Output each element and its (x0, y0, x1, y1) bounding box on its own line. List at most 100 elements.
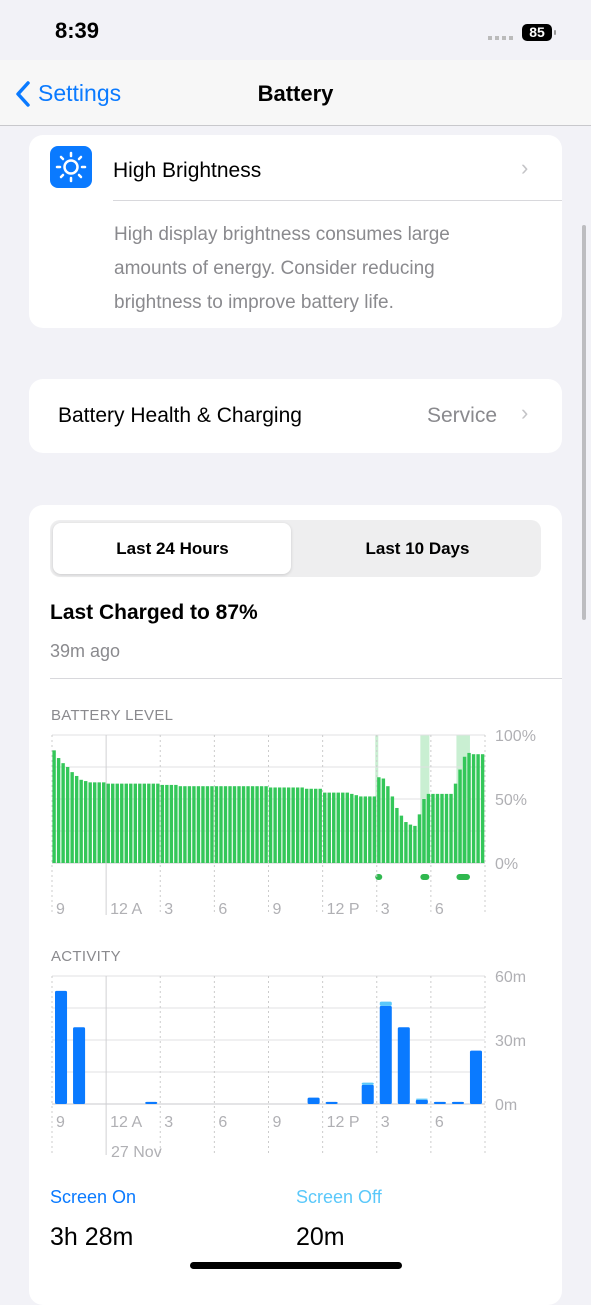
x-tick-label: 12 A (110, 901, 142, 918)
battery-bar (246, 786, 250, 863)
battery-health-row[interactable]: Battery Health & Charging Service › (29, 379, 562, 453)
battery-bar (323, 792, 327, 863)
y-tick-label: 0% (495, 856, 518, 873)
battery-bar (413, 825, 417, 863)
battery-bar (156, 783, 160, 863)
battery-bar (404, 822, 408, 863)
battery-level-chart: 9 12 A 3 6 9 12 P 3 6 100% 50% 0% (51, 728, 536, 918)
x-tick-label: 6 (218, 1114, 227, 1131)
battery-bar (133, 783, 137, 863)
battery-bar (61, 763, 65, 863)
battery-bar (318, 788, 322, 863)
battery-bar (345, 792, 349, 863)
x-tick-label: 3 (381, 1114, 390, 1131)
battery-bar (399, 815, 404, 863)
battery-bar (160, 784, 165, 863)
signal-icon (488, 36, 516, 40)
battery-bar (314, 788, 318, 863)
battery-bar (268, 787, 273, 863)
insight-title: High Brightness (113, 159, 262, 182)
screen-on-bar (73, 1027, 86, 1104)
battery-bar (237, 786, 241, 863)
battery-bar (264, 786, 268, 863)
battery-bar (286, 787, 291, 863)
battery-bar (417, 814, 422, 863)
battery-bar (56, 758, 61, 863)
y-tick-label: 0m (495, 1097, 517, 1114)
battery-bar (440, 793, 444, 863)
screen-off-value: 20m (296, 1223, 345, 1251)
high-brightness-card[interactable]: High Brightness › High display brightnes… (29, 135, 562, 328)
battery-bar (232, 786, 237, 863)
screen-on-bar (451, 1101, 464, 1104)
back-button[interactable]: Settings (16, 80, 121, 107)
battery-bar (386, 786, 390, 863)
battery-bar (169, 784, 174, 863)
chevron-right-icon: › (521, 155, 529, 180)
battery-bar (74, 775, 79, 863)
x-tick-label: 9 (273, 901, 282, 918)
battery-bar (453, 783, 458, 863)
screen-on-bar (145, 1101, 158, 1104)
screen-on-bar (433, 1101, 446, 1104)
battery-bar (458, 769, 462, 863)
battery-bar (395, 807, 399, 863)
time-range-control: Last 24 Hours Last 10 Days (50, 520, 541, 577)
divider (50, 678, 562, 679)
battery-bar (219, 786, 223, 863)
battery-bar (480, 754, 485, 863)
battery-bar (111, 783, 115, 863)
battery-bar (142, 783, 147, 863)
scrollbar[interactable] (582, 225, 586, 620)
y-tick-label: 60m (495, 969, 526, 986)
battery-bar (124, 783, 128, 863)
description-line: High display brightness consumes large (114, 224, 450, 245)
x-tick-label: 3 (381, 901, 390, 918)
battery-bar (165, 784, 169, 863)
battery-bar (363, 796, 368, 863)
battery-bar (422, 799, 426, 863)
charging-indicator (456, 874, 470, 880)
battery-bar (79, 779, 83, 863)
screen-off-bar (415, 1098, 428, 1100)
screen-off-label: Screen Off (296, 1187, 382, 1207)
battery-bar (228, 786, 232, 863)
screen-on-bar (307, 1097, 320, 1104)
battery-bar (332, 792, 336, 863)
battery-bar (201, 786, 205, 863)
battery-bar (187, 786, 192, 863)
battery-bar (449, 793, 453, 863)
insight-description: High display brightness consumes large a… (114, 218, 450, 320)
battery-bar (476, 754, 480, 863)
battery-bar (426, 793, 431, 863)
battery-bar (214, 786, 219, 863)
chevron-left-icon (16, 80, 30, 107)
battery-bar (309, 788, 313, 863)
battery-bar (408, 824, 413, 863)
x-tick-label: 9 (273, 1114, 282, 1131)
screen-off-bar (361, 1082, 374, 1085)
battery-bar (372, 796, 377, 863)
x-tick-label: 6 (435, 901, 444, 918)
y-tick-label: 50% (495, 792, 527, 809)
status-time: 8:39 (55, 18, 100, 43)
sun-brightness-icon (50, 146, 92, 188)
battery-bar (471, 754, 476, 863)
tab-last-10-days[interactable]: Last 10 Days (295, 520, 540, 577)
x-tick-label: 6 (218, 901, 227, 918)
screen-on-bar (55, 990, 68, 1104)
nav-bar: Battery Settings (0, 60, 591, 126)
screen-on-bar (469, 1050, 482, 1104)
home-indicator[interactable] (190, 1262, 402, 1269)
x-tick-label: 9 (56, 901, 65, 918)
tab-last-24-hours[interactable]: Last 24 Hours (50, 520, 295, 577)
battery-bar (183, 786, 187, 863)
battery-bar (88, 782, 92, 863)
date-label: 27 Nov (111, 1144, 162, 1161)
battery-bar (205, 786, 210, 863)
battery-bar (223, 786, 228, 863)
battery-bar (178, 786, 183, 863)
battery-bar (196, 786, 201, 863)
battery-bar (377, 777, 381, 863)
battery-bar (304, 788, 309, 863)
